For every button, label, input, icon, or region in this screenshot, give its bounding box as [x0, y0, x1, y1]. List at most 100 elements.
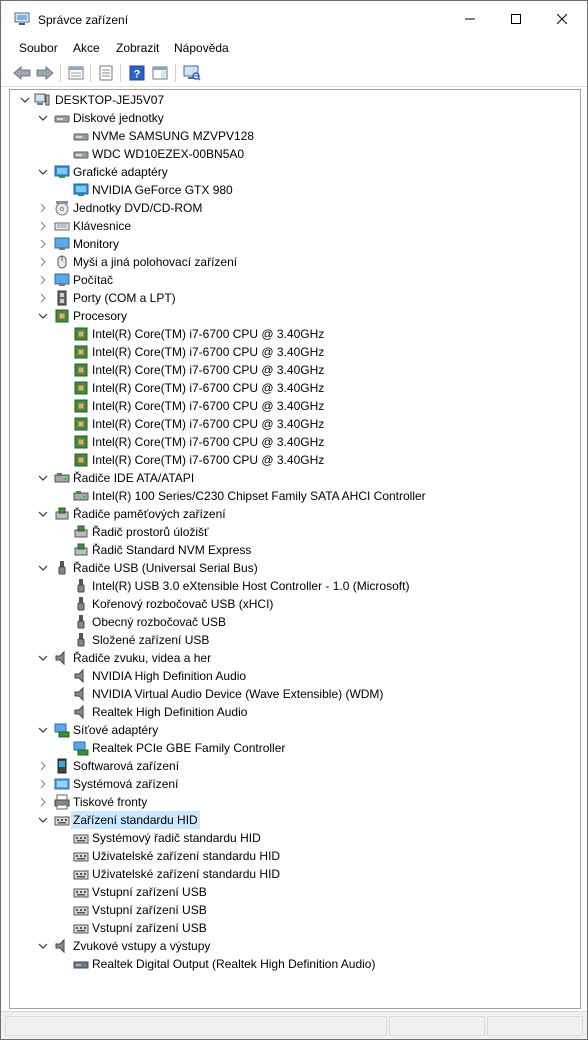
display-icon — [54, 165, 70, 178]
sound-icon — [74, 704, 84, 720]
tree-expander[interactable] — [18, 91, 32, 109]
tree-device[interactable]: NVIDIA Virtual Audio Device (Wave Extens… — [10, 685, 570, 703]
tree-expander[interactable] — [36, 775, 50, 793]
menu-soubor[interactable]: Soubor — [19, 41, 58, 55]
tree-expander[interactable] — [36, 937, 50, 955]
tree-device[interactable]: Složené zařízení USB — [10, 631, 570, 649]
cpu-icon — [74, 417, 88, 431]
menu-napoveda[interactable]: Nápověda — [174, 41, 229, 55]
tree-category[interactable]: Porty (COM a LPT) — [10, 289, 570, 307]
tree-device[interactable]: Realtek PCIe GBE Family Controller — [10, 739, 570, 757]
tree-device[interactable]: WDC WD10EZEX-00BN5A0 — [10, 145, 570, 163]
tree-category[interactable]: Síťové adaptéry — [10, 721, 570, 739]
action-pane-icon — [152, 66, 168, 80]
tree-root[interactable]: DESKTOP-JEJ5V07 — [10, 91, 570, 109]
tree-device[interactable]: Intel(R) USB 3.0 eXtensible Host Control… — [10, 577, 570, 595]
tree-category[interactable]: Monitory — [10, 235, 570, 253]
tree-expander[interactable] — [36, 793, 50, 811]
tree-device[interactable]: Řadič prostorů úložišť — [10, 523, 570, 541]
device-tree[interactable]: DESKTOP-JEJ5V07 Diskové jednotky NVMe SAMS… — [9, 89, 581, 1009]
title-bar[interactable]: Správce zařízení — [1, 1, 587, 37]
tree-category[interactable]: Softwarová zařízení — [10, 757, 570, 775]
tree-device[interactable]: Intel(R) 100 Series/C230 Chipset Family … — [10, 487, 570, 505]
tree-device[interactable]: Realtek High Definition Audio — [10, 703, 570, 721]
tree-device[interactable]: NVMe SAMSUNG MZVPV128 — [10, 127, 570, 145]
details-button[interactable] — [95, 62, 117, 84]
tree-device[interactable]: NVIDIA GeForce GTX 980 — [10, 181, 570, 199]
tree-device[interactable]: Intel(R) Core(TM) i7-6700 CPU @ 3.40GHz — [10, 379, 570, 397]
tree-category[interactable]: Procesory — [10, 307, 570, 325]
tree-expander[interactable] — [36, 649, 50, 667]
tree-expander[interactable] — [36, 757, 50, 775]
back-button[interactable] — [11, 62, 33, 84]
tree-item-label: Myši a jiná polohovací zařízení — [73, 255, 238, 269]
maximize-button[interactable] — [493, 1, 539, 37]
tree-device[interactable]: Intel(R) Core(TM) i7-6700 CPU @ 3.40GHz — [10, 343, 570, 361]
tree-device[interactable]: Systémový řadič standardu HID — [10, 829, 570, 847]
tree-expander[interactable] — [36, 505, 50, 523]
tree-expander[interactable] — [36, 109, 50, 127]
tree-expander[interactable] — [36, 253, 50, 271]
tree-item-label: Systémový řadič standardu HID — [92, 831, 261, 845]
tree-expander[interactable] — [36, 271, 50, 289]
tree-device[interactable]: Obecný rozbočovač USB — [10, 613, 570, 631]
tree-device[interactable]: NVIDIA High Definition Audio — [10, 667, 570, 685]
tree-expander[interactable] — [36, 811, 50, 829]
tree-expander[interactable] — [36, 469, 50, 487]
minimize-button[interactable] — [447, 1, 493, 37]
tree-device[interactable]: Vstupní zařízení USB — [10, 901, 570, 919]
menu-akce[interactable]: Akce — [73, 41, 100, 55]
tree-category[interactable]: Počítač — [10, 271, 570, 289]
tree-category[interactable]: Řadiče zvuku, videa a her — [10, 649, 570, 667]
status-pane-tertiary — [487, 1016, 583, 1036]
tree-item-label: Vstupní zařízení USB — [92, 903, 207, 917]
tree-device[interactable]: Intel(R) Core(TM) i7-6700 CPU @ 3.40GHz — [10, 361, 570, 379]
tree-expander[interactable] — [36, 217, 50, 235]
tree-category[interactable]: Zvukové vstupy a výstupy — [10, 937, 570, 955]
tree-expander[interactable] — [36, 307, 50, 325]
ide-icon — [54, 473, 70, 483]
tree-category[interactable]: Diskové jednotky — [10, 109, 570, 127]
help-button[interactable]: ? — [126, 62, 148, 84]
close-button[interactable] — [539, 1, 585, 37]
menu-zobrazit[interactable]: Zobrazit — [116, 41, 159, 55]
tree-device[interactable]: Vstupní zařízení USB — [10, 883, 570, 901]
tree-device[interactable]: Intel(R) Core(TM) i7-6700 CPU @ 3.40GHz — [10, 325, 570, 343]
tree-category[interactable]: Zařízení standardu HID — [10, 811, 570, 829]
cpu-icon — [74, 435, 88, 449]
tree-device[interactable]: Kořenový rozbočovač USB (xHCI) — [10, 595, 570, 613]
tree-category[interactable]: Řadiče IDE ATA/ATAPI — [10, 469, 570, 487]
tree-expander[interactable] — [36, 235, 50, 253]
tree-expander[interactable] — [36, 559, 50, 577]
tree-category[interactable]: Myši a jiná polohovací zařízení — [10, 253, 570, 271]
tree-category[interactable]: Klávesnice — [10, 217, 570, 235]
tree-item-label: Jednotky DVD/CD-ROM — [73, 201, 203, 215]
tree-device[interactable]: Uživatelské zařízení standardu HID — [10, 865, 570, 883]
tree-expander[interactable] — [36, 163, 50, 181]
tree-expander[interactable] — [36, 199, 50, 217]
tree-item-label: Vstupní zařízení USB — [92, 885, 207, 899]
tree-category[interactable]: Grafické adaptéry — [10, 163, 570, 181]
svg-text:?: ? — [134, 69, 141, 81]
tree-category[interactable]: Řadiče paměťových zařízení — [10, 505, 570, 523]
tree-category[interactable]: Tiskové fronty — [10, 793, 570, 811]
scan-hardware-button[interactable] — [181, 62, 203, 84]
tree-device[interactable]: Intel(R) Core(TM) i7-6700 CPU @ 3.40GHz — [10, 451, 570, 469]
tree-expander[interactable] — [36, 289, 50, 307]
tree-device[interactable]: Intel(R) Core(TM) i7-6700 CPU @ 3.40GHz — [10, 433, 570, 451]
tree-device[interactable]: Uživatelské zařízení standardu HID — [10, 847, 570, 865]
tree-device[interactable]: Intel(R) Core(TM) i7-6700 CPU @ 3.40GHz — [10, 415, 570, 433]
tree-expander[interactable] — [36, 721, 50, 739]
chevron-down-icon — [38, 565, 48, 571]
tree-device[interactable]: Řadič Standard NVM Express — [10, 541, 570, 559]
tree-device[interactable]: Realtek Digital Output (Realtek High Def… — [10, 955, 570, 973]
tree-category[interactable]: Řadiče USB (Universal Serial Bus) — [10, 559, 570, 577]
action-pane-button[interactable] — [149, 62, 171, 84]
tree-device[interactable]: Intel(R) Core(TM) i7-6700 CPU @ 3.40GHz — [10, 397, 570, 415]
tree-category[interactable]: Systémová zařízení — [10, 775, 570, 793]
tree-item-label: Systémová zařízení — [73, 777, 179, 791]
properties-list-button[interactable] — [65, 62, 87, 84]
forward-button[interactable] — [34, 62, 56, 84]
tree-category[interactable]: Jednotky DVD/CD-ROM — [10, 199, 570, 217]
tree-device[interactable]: Vstupní zařízení USB — [10, 919, 570, 937]
